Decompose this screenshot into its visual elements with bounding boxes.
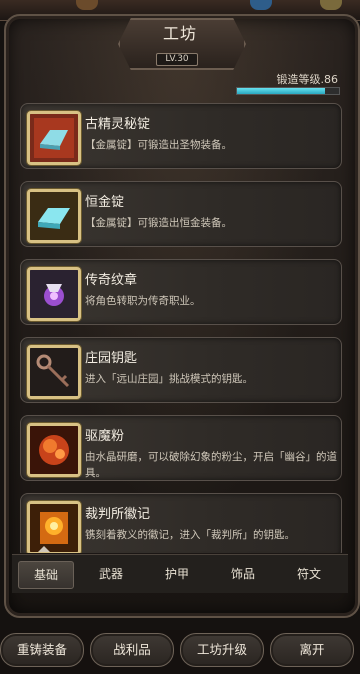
- list-item[interactable]: 裁判所徽记 镌刻着教义的徽记，进入「裁判所」的钥匙。: [20, 493, 342, 553]
- inquisition-emblem-icon: [27, 501, 81, 553]
- list-item[interactable]: 传奇纹章 将角色转职为传奇职业。: [20, 259, 342, 325]
- forge-level-label: 锻造等级.86: [276, 73, 339, 86]
- item-description: 【金属锭】可锻造出恒金装备。: [85, 217, 232, 229]
- eternal-gold-ingot-icon: [27, 189, 81, 243]
- item-title: 传奇纹章: [85, 273, 138, 288]
- ancient-elf-ingot-icon: [27, 111, 81, 165]
- workshop-upgrade-button[interactable]: 工坊升级: [180, 633, 264, 667]
- item-description: 进入「远山庄园」挑战模式的钥匙。: [85, 373, 253, 385]
- item-description: 【金属锭】可锻造出圣物装备。: [85, 139, 232, 151]
- leave-button[interactable]: 离开: [270, 633, 354, 667]
- item-description: 由水晶研磨，可以破除幻象的粉尘，开启「幽谷」的道具。: [85, 451, 337, 479]
- tab-rune[interactable]: 符文: [282, 561, 336, 587]
- reforge-equipment-button[interactable]: 重铸装备: [0, 633, 84, 667]
- top-slot-glow: [76, 0, 98, 10]
- recipe-list[interactable]: 古精灵秘锭 【金属锭】可锻造出圣物装备。 恒金锭 【金属锭】可锻造出恒金装备。 …: [14, 95, 346, 553]
- tab-weapon[interactable]: 武器: [84, 561, 138, 587]
- item-title: 庄园钥匙: [85, 351, 138, 366]
- item-title: 裁判所徽记: [85, 507, 151, 522]
- top-slot-glow: [250, 0, 272, 10]
- item-title: 古精灵秘锭: [85, 117, 151, 132]
- item-description: 镌刻着教义的徽记，进入「裁判所」的钥匙。: [85, 529, 295, 541]
- legend-emblem-icon: [27, 267, 81, 321]
- list-item[interactable]: 驱魔粉 由水晶研磨，可以破除幻象的粉尘，开启「幽谷」的道具。: [20, 415, 342, 481]
- forge-progress-bar: [236, 87, 340, 95]
- list-item[interactable]: 恒金锭 【金属锭】可锻造出恒金装备。: [20, 181, 342, 247]
- tab-basic[interactable]: 基础: [18, 561, 74, 589]
- list-item[interactable]: 庄园钥匙 进入「远山庄园」挑战模式的钥匙。: [20, 337, 342, 403]
- tab-accessory[interactable]: 饰品: [216, 561, 270, 587]
- list-item[interactable]: 古精灵秘锭 【金属锭】可锻造出圣物装备。: [20, 103, 342, 169]
- manor-key-icon: [27, 345, 81, 399]
- loot-button[interactable]: 战利品: [90, 633, 174, 667]
- item-description: 将角色转职为传奇职业。: [85, 295, 201, 307]
- level-badge: LV.30: [156, 53, 198, 66]
- item-title: 驱魔粉: [85, 429, 125, 444]
- top-slot-glow: [320, 0, 342, 10]
- active-tab-caret-icon: [38, 546, 50, 552]
- bottom-action-bar: 重铸装备 战利品 工坊升级 离开: [0, 630, 360, 674]
- forge-progress-fill: [237, 88, 325, 94]
- category-tabs: 基础 武器 护甲 饰品 符文: [12, 554, 348, 593]
- page-title: 工坊: [162, 24, 197, 43]
- tab-armor[interactable]: 护甲: [150, 561, 204, 587]
- item-title: 恒金锭: [85, 195, 125, 210]
- exorcism-powder-icon: [27, 423, 81, 477]
